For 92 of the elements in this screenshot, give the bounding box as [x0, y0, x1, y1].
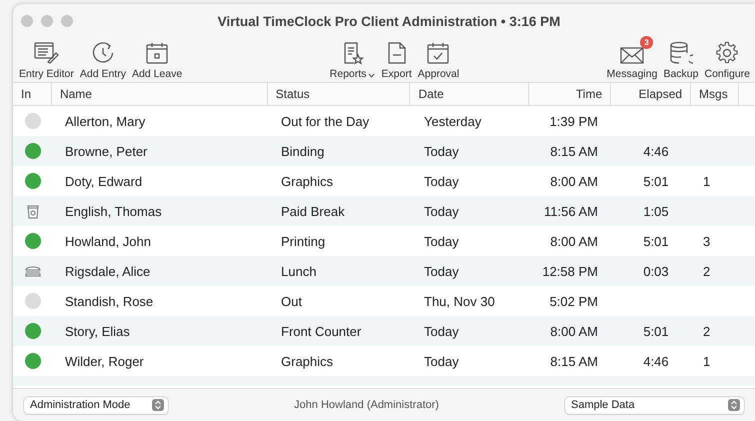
toolbar-button[interactable]: Approval: [414, 38, 462, 80]
table-cell-text: Today: [423, 174, 460, 188]
table-cell-text: 8:15 AM: [549, 354, 599, 368]
status-dot: [24, 353, 40, 369]
toolbar-button[interactable]: Add Entry: [76, 38, 129, 80]
table-cell: 2: [703, 324, 710, 338]
table-cell-text: Allerton, Mary: [64, 114, 146, 128]
burger-icon: [24, 265, 40, 277]
table-cell-text: Out: [280, 294, 303, 308]
stepper-icon: [152, 399, 164, 411]
table-cell-text: 1:39 PM: [548, 114, 599, 128]
window-title: Virtual TimeClock Pro Client Administration • 3:16 PM: [216, 14, 562, 28]
table-cell-text: Wilder, Roger: [64, 354, 145, 368]
toolbar-button[interactable]: 3 Messaging: [604, 38, 660, 80]
table-cell-text: 12:58 PM: [541, 264, 599, 278]
table-cell-text: Today: [423, 264, 460, 278]
toolbar-button[interactable]: Export: [378, 38, 415, 80]
table-cell: 5:01: [643, 324, 669, 338]
zoom-button[interactable]: [61, 15, 73, 27]
column-header[interactable]: Time: [529, 83, 612, 105]
table-cell-text: Today: [423, 324, 460, 338]
toolbar-button[interactable]: Add Leave: [128, 38, 186, 80]
table-cell-text: Today: [423, 144, 460, 158]
table-cell: 1: [703, 174, 710, 188]
table-cell-text: 8:00 AM: [549, 234, 599, 248]
toolbar-button[interactable]: Reports: [326, 38, 378, 80]
table-cell: 5:01: [643, 174, 669, 188]
table-cell-text: Front Counter: [280, 324, 362, 338]
table-cell-text: Lunch: [280, 264, 318, 278]
column-header[interactable]: In: [13, 83, 52, 105]
database-dropdown[interactable]: Sample Data: [565, 396, 744, 414]
status-dot: [24, 113, 40, 129]
table-cell-text: Browne, Peter: [64, 144, 148, 158]
table-cell-text: 11:56 AM: [543, 204, 599, 218]
toolbar-button[interactable]: Backup: [660, 38, 702, 80]
column-header[interactable]: Msgs: [691, 83, 739, 105]
table-cell-text: Printing: [280, 234, 326, 248]
table-cell-text: 8:00 AM: [549, 324, 599, 338]
column-header[interactable]: Elapsed: [611, 83, 692, 105]
table-cell-text: Graphics: [280, 174, 334, 188]
status-dot: [24, 233, 40, 249]
list-pencil-icon: [33, 41, 60, 65]
table-cell: 1:05: [643, 204, 669, 218]
table-cell: 3: [703, 234, 710, 248]
status-dot: [24, 173, 40, 189]
table-cell: 2: [703, 264, 710, 278]
column-header[interactable]: Name: [52, 83, 268, 105]
document-icon: [386, 41, 407, 65]
close-button[interactable]: [21, 15, 33, 27]
table-cell: 4:46: [643, 144, 669, 158]
table-cell-text: Rigsdale, Alice: [64, 264, 152, 278]
table-cell-text: Paid Break: [280, 204, 346, 218]
table-cell-text: Out for the Day: [280, 114, 370, 128]
table-cell: 0:03: [643, 264, 669, 278]
stepper-icon: [728, 399, 740, 411]
settings-icon: [715, 41, 740, 65]
table-cell-text: English, Thomas: [64, 204, 163, 218]
status-dot: [24, 293, 40, 309]
report-star-icon: [342, 41, 364, 65]
status-dot: [24, 323, 40, 339]
table-cell: 5:01: [643, 234, 669, 248]
toolbar-button[interactable]: Entry Editor: [16, 38, 77, 80]
envelope-icon: [619, 45, 646, 65]
table-cell-text: Story, Elias: [64, 324, 131, 338]
table-cell-text: Standish, Rose: [64, 294, 154, 308]
column-header[interactable]: Date: [410, 83, 530, 105]
column-header[interactable]: Status: [268, 83, 410, 105]
table-cell-text: 5:02 PM: [548, 294, 599, 308]
status-dot: [24, 143, 40, 159]
table-cell-text: Today: [423, 204, 460, 218]
table-cell-text: Today: [423, 354, 460, 368]
table-cell-text: Howland, John: [64, 234, 152, 248]
user-label: John Howland (Administrator): [293, 399, 440, 411]
minimize-button[interactable]: [41, 15, 53, 27]
table-cell-text: Graphics: [280, 354, 334, 368]
calendar-check-icon: [426, 41, 450, 65]
toolbar-button[interactable]: Configure: [701, 38, 754, 80]
table-cell-text: Thu, Nov 30: [423, 294, 496, 308]
table-cell-text: 8:00 AM: [549, 174, 599, 188]
calendar-icon: [145, 41, 170, 65]
notification-badge: 3: [640, 36, 654, 49]
mode-dropdown[interactable]: Administration Mode: [24, 396, 168, 414]
table-cell-text: Today: [423, 234, 460, 248]
clock-icon: [90, 41, 115, 65]
table-cell-text: 8:15 AM: [549, 144, 599, 158]
database-icon: [668, 41, 693, 65]
table-cell: 4:46: [643, 354, 669, 368]
table-cell-text: Binding: [280, 144, 326, 158]
table-cell-text: Doty, Edward: [64, 174, 144, 188]
coffee-cup-icon: [26, 204, 38, 218]
table-cell: 1: [703, 354, 710, 368]
table-cell-text: Yesterday: [423, 114, 482, 128]
